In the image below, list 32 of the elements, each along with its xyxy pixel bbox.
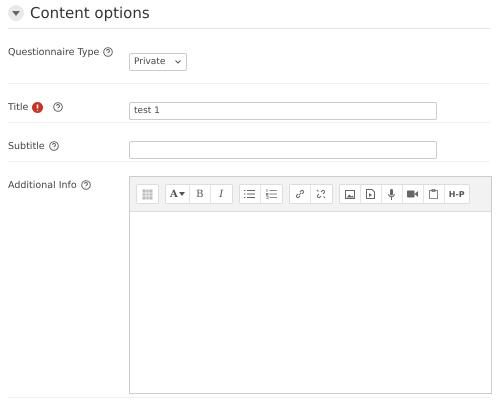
image-button[interactable] (340, 185, 361, 203)
video-camera-icon (407, 190, 418, 198)
caret-icon (178, 192, 185, 196)
field-label: Subtitle (8, 140, 45, 152)
clipboard-icon (429, 189, 438, 199)
bullet-list-icon (244, 189, 256, 199)
type-select[interactable]: Private (129, 53, 187, 71)
help-icon[interactable] (48, 141, 59, 151)
table-icon (142, 188, 153, 200)
caret-icon (12, 10, 20, 16)
numbered-list-icon (266, 189, 277, 199)
microphone-icon (388, 188, 396, 200)
collapse-toggle[interactable] (8, 5, 24, 21)
bullets-button[interactable] (240, 185, 261, 203)
text-input-field[interactable]: test 1 (129, 102, 437, 120)
font-button[interactable]: A (166, 185, 190, 203)
chevron-icon (175, 60, 182, 64)
field-label: Additional Info (8, 180, 77, 190)
image-icon (344, 190, 355, 198)
help-icon[interactable] (53, 102, 64, 112)
link-button[interactable] (290, 185, 311, 203)
error-icon (32, 102, 44, 112)
help-icon[interactable] (80, 180, 91, 190)
help-icon[interactable] (103, 47, 114, 57)
media-file-icon (366, 189, 376, 199)
rich-text-editor[interactable]: A B I H-P (129, 176, 492, 394)
unlink-icon (316, 189, 326, 199)
field-label: Title (8, 102, 28, 112)
section-title: Content options (30, 4, 150, 22)
text-input-field[interactable] (129, 141, 437, 159)
link-icon (294, 189, 305, 199)
field-label: Questionnaire Type (8, 46, 100, 58)
